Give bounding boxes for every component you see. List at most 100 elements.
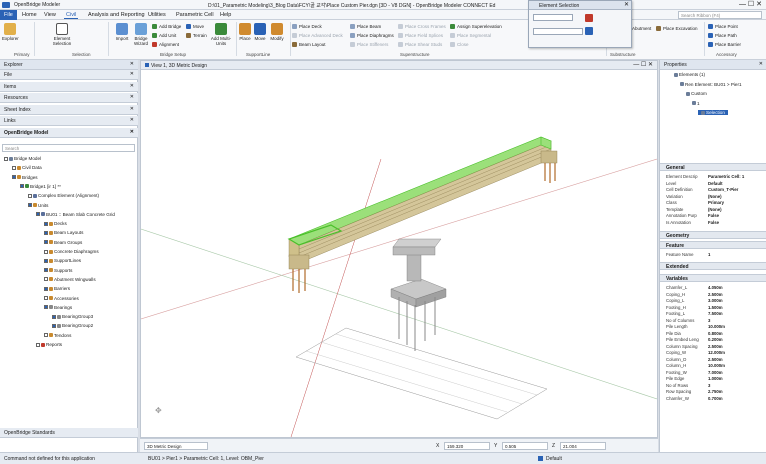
section-close-icon[interactable]: ✕	[130, 71, 134, 77]
menu-view[interactable]: View	[42, 12, 58, 18]
property-row[interactable]: Chamfer_W 0.700m	[666, 396, 766, 401]
active-level[interactable]: Default	[546, 456, 562, 462]
variables-section[interactable]: Variables	[660, 274, 766, 282]
abutment-button[interactable]: Abutment	[632, 26, 651, 31]
tree-item[interactable]: Civil Data	[12, 165, 42, 170]
checked-checkbox[interactable]	[20, 184, 24, 189]
place-beam-button[interactable]: Place Beam	[350, 24, 381, 29]
section-items[interactable]: Items ✕	[0, 81, 138, 92]
section-sheet-index[interactable]: Sheet Index ✕	[0, 104, 138, 115]
geometry-section[interactable]: Geometry	[660, 231, 766, 239]
tree-item[interactable]: Tendons	[44, 333, 71, 338]
unchecked-checkbox[interactable]	[44, 333, 48, 338]
tree-item[interactable]: Beam Layouts	[44, 230, 83, 235]
section-close-icon[interactable]: ✕	[130, 129, 134, 135]
property-row[interactable]: Column Spacing 2.500m	[666, 344, 766, 349]
checked-checkbox[interactable]	[36, 212, 40, 217]
z-coordinate-field[interactable]: 21.004	[560, 442, 606, 450]
place-advanced-deck-button[interactable]: Place Advanced Deck	[292, 33, 343, 38]
checked-checkbox[interactable]	[44, 268, 48, 273]
tree-item[interactable]: Beam Groups	[44, 240, 82, 245]
general-section[interactable]: General	[660, 163, 766, 171]
openbridge-standards-section[interactable]: OpenBridge Standards	[0, 428, 138, 438]
place-stiffeners-button[interactable]: Place Stiffeners	[350, 42, 388, 47]
alignment-button[interactable]: Alignment	[152, 42, 179, 47]
close-button[interactable]: Close	[450, 42, 469, 47]
add-unit-button[interactable]: Add Unit	[152, 33, 176, 38]
place-diaphragms-button[interactable]: Place Diaphragms	[350, 33, 394, 38]
ribbon-search-input[interactable]: Search Ribbon (F4)	[678, 11, 762, 19]
place-point-button[interactable]: Place Point	[708, 24, 738, 29]
tree-item[interactable]: Concrete Diaphragms	[44, 249, 99, 254]
tree-item[interactable]: Units	[28, 203, 48, 208]
beam-layout-button[interactable]: Beam Layout	[292, 42, 326, 47]
checked-checkbox[interactable]	[52, 323, 56, 328]
property-row[interactable]: Pile Dia 0.800m	[666, 331, 766, 336]
property-row[interactable]: Footing_L 7.500m	[666, 311, 766, 316]
modify-supportline-button[interactable]: Modify	[268, 23, 286, 41]
property-row[interactable]: Class Primary	[666, 200, 766, 205]
window-controls[interactable]: — ☐ ✕	[739, 0, 762, 8]
selection-mode-toolbar[interactable]	[533, 14, 573, 21]
menu-parametric-cell[interactable]: Parametric Cell	[174, 12, 216, 18]
x-coordinate-field[interactable]: 159.320	[444, 442, 490, 450]
add-bridge-button[interactable]: Add Bridge	[152, 24, 181, 29]
close-icon[interactable]: ✕	[624, 1, 629, 8]
place-shear-studs-button[interactable]: Place Shear Studs	[398, 42, 442, 47]
checked-checkbox[interactable]	[44, 240, 48, 245]
place-supportline-button[interactable]: Place	[238, 23, 252, 41]
place-field-splices-button[interactable]: Place Field Splices	[398, 33, 443, 38]
property-row[interactable]: No of Columns 3	[666, 318, 766, 323]
properties-tree-item[interactable]: Custom	[686, 91, 707, 96]
selection-method-toolbar[interactable]	[533, 28, 583, 35]
property-row[interactable]: Feature Name 1	[666, 252, 766, 257]
add-multi-units-button[interactable]: Add Multi-Units	[208, 23, 234, 46]
tree-item[interactable]: Reports	[36, 342, 62, 347]
checked-checkbox[interactable]	[44, 305, 48, 310]
assign-superelevation-button[interactable]: Assign Superelevation	[450, 24, 502, 29]
tree-item[interactable]: Complex Element (Alignment)	[28, 193, 99, 198]
property-row[interactable]: Variation (None)	[666, 194, 766, 199]
section-close-icon[interactable]: ✕	[130, 83, 134, 89]
section-close-icon[interactable]: ✕	[130, 94, 134, 100]
move-bridge-button[interactable]: Move	[186, 24, 204, 29]
unchecked-checkbox[interactable]	[44, 249, 48, 254]
property-row[interactable]: Pile Embed Leng 0.200m	[666, 337, 766, 342]
tree-item[interactable]: Supports	[44, 268, 72, 273]
unchecked-checkbox[interactable]	[44, 277, 48, 282]
menu-analysis[interactable]: Analysis and Reporting	[86, 12, 147, 18]
unchecked-checkbox[interactable]	[28, 193, 32, 198]
checked-checkbox[interactable]	[44, 230, 48, 235]
tree-item[interactable]: Abutment Wingwalls	[44, 277, 96, 282]
properties-tree-item[interactable]: 1	[692, 101, 700, 106]
terrain-button[interactable]: Terrain	[186, 33, 207, 38]
unchecked-checkbox[interactable]	[4, 156, 8, 161]
view-window-controls[interactable]: — ☐ ✕	[633, 61, 653, 68]
unchecked-checkbox[interactable]	[44, 296, 48, 300]
section-openbridge-model[interactable]: OpenBridge Model ✕	[0, 127, 138, 138]
place-barrier-button[interactable]: Place Barrier	[708, 42, 741, 47]
checked-checkbox[interactable]	[28, 203, 32, 207]
place-path-button[interactable]: Place Path	[708, 33, 737, 38]
tree-item[interactable]: Bearings	[44, 305, 72, 310]
menu-utilities[interactable]: Utilities	[146, 12, 168, 18]
property-row[interactable]: Template (None)	[666, 207, 766, 212]
view-toolbar[interactable]	[143, 71, 655, 79]
section-links[interactable]: Links ✕	[0, 116, 138, 126]
property-row[interactable]: Level Default	[666, 181, 766, 186]
tree-item[interactable]: Decks	[44, 221, 67, 226]
property-row[interactable]: Pile Edge 1.000m	[666, 376, 766, 381]
property-row[interactable]: Footing_H 1.500m	[666, 305, 766, 310]
place-excavation-button[interactable]: Place Excavation	[656, 26, 698, 31]
properties-tree-item[interactable]: Selection	[698, 110, 728, 115]
checked-checkbox[interactable]	[44, 286, 48, 291]
menu-file[interactable]: File	[0, 10, 17, 20]
import-button[interactable]: Import	[114, 23, 130, 41]
y-coordinate-field[interactable]: 0.505	[502, 442, 548, 450]
selection-options-icon[interactable]	[585, 27, 593, 35]
property-row[interactable]: Coping_W 12.000m	[666, 350, 766, 355]
unchecked-checkbox[interactable]	[36, 342, 40, 347]
checked-checkbox[interactable]	[44, 221, 48, 226]
property-row[interactable]: Annotation Purp False	[666, 213, 766, 218]
property-row[interactable]: Row Spacing 2.750m	[666, 389, 766, 394]
